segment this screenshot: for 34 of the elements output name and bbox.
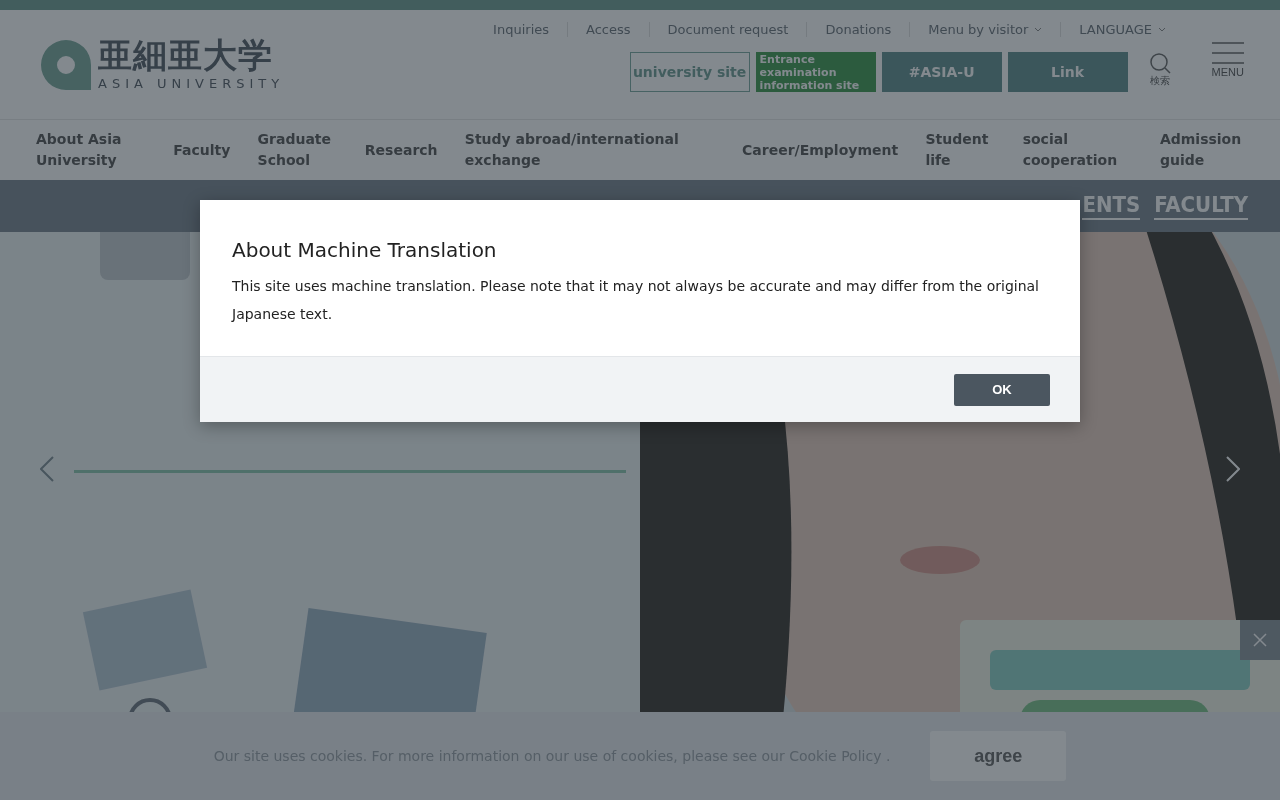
logo-icon bbox=[40, 38, 92, 91]
nav-link[interactable]: Faculty bbox=[173, 139, 231, 161]
chevron-right-icon[interactable] bbox=[1226, 456, 1240, 482]
utility-link[interactable]: LANGUAGE bbox=[1060, 21, 1184, 37]
utility-link[interactable]: Menu by visitor bbox=[909, 21, 1061, 37]
menu-button[interactable]: MENU bbox=[1211, 42, 1244, 78]
utility-link[interactable]: Donations bbox=[806, 21, 910, 37]
nav-link[interactable]: Student life bbox=[925, 129, 996, 171]
nav-link[interactable]: Career/Employment bbox=[742, 139, 899, 161]
site-button[interactable]: Link bbox=[1007, 52, 1128, 92]
site-button[interactable]: university site bbox=[629, 52, 750, 92]
search-button[interactable]: 検索 bbox=[1139, 52, 1180, 92]
nav-link[interactable]: social cooperation bbox=[1022, 129, 1133, 171]
chevron-left-icon[interactable] bbox=[40, 456, 54, 482]
logo-text: 亜細亜大学 bbox=[98, 38, 274, 72]
close-button[interactable] bbox=[1240, 620, 1280, 660]
nav-link[interactable]: About Asia University bbox=[36, 129, 146, 171]
ok-button[interactable]: OK bbox=[954, 373, 1050, 406]
logo-subtitle: ASIA UNIVERSITY bbox=[98, 76, 285, 91]
site-button[interactable]: #ASIA-U bbox=[881, 52, 1002, 92]
site-button[interactable]: Entrance examination information site bbox=[755, 52, 876, 92]
nav-link[interactable]: Research bbox=[364, 139, 438, 161]
utility-link[interactable]: Access bbox=[567, 21, 649, 37]
agree-button[interactable]: agree bbox=[930, 731, 1067, 781]
nav-link[interactable]: Graduate School bbox=[257, 129, 338, 171]
utility-link[interactable]: Inquiries bbox=[475, 21, 567, 37]
close-icon bbox=[1253, 633, 1267, 647]
modal-title: About Machine Translation bbox=[232, 238, 498, 262]
modal-text: This site uses machine translation. Please note that it may not always be accurate and may differ from the original Japanese text. bbox=[232, 277, 1040, 324]
nav-link[interactable]: Study abroad/international exchange bbox=[464, 129, 715, 171]
menu-icon bbox=[1211, 42, 1244, 64]
utility-link[interactable]: Document request bbox=[648, 21, 807, 37]
search-icon bbox=[1148, 52, 1171, 74]
nav-link[interactable]: Admission guide bbox=[1159, 129, 1250, 171]
